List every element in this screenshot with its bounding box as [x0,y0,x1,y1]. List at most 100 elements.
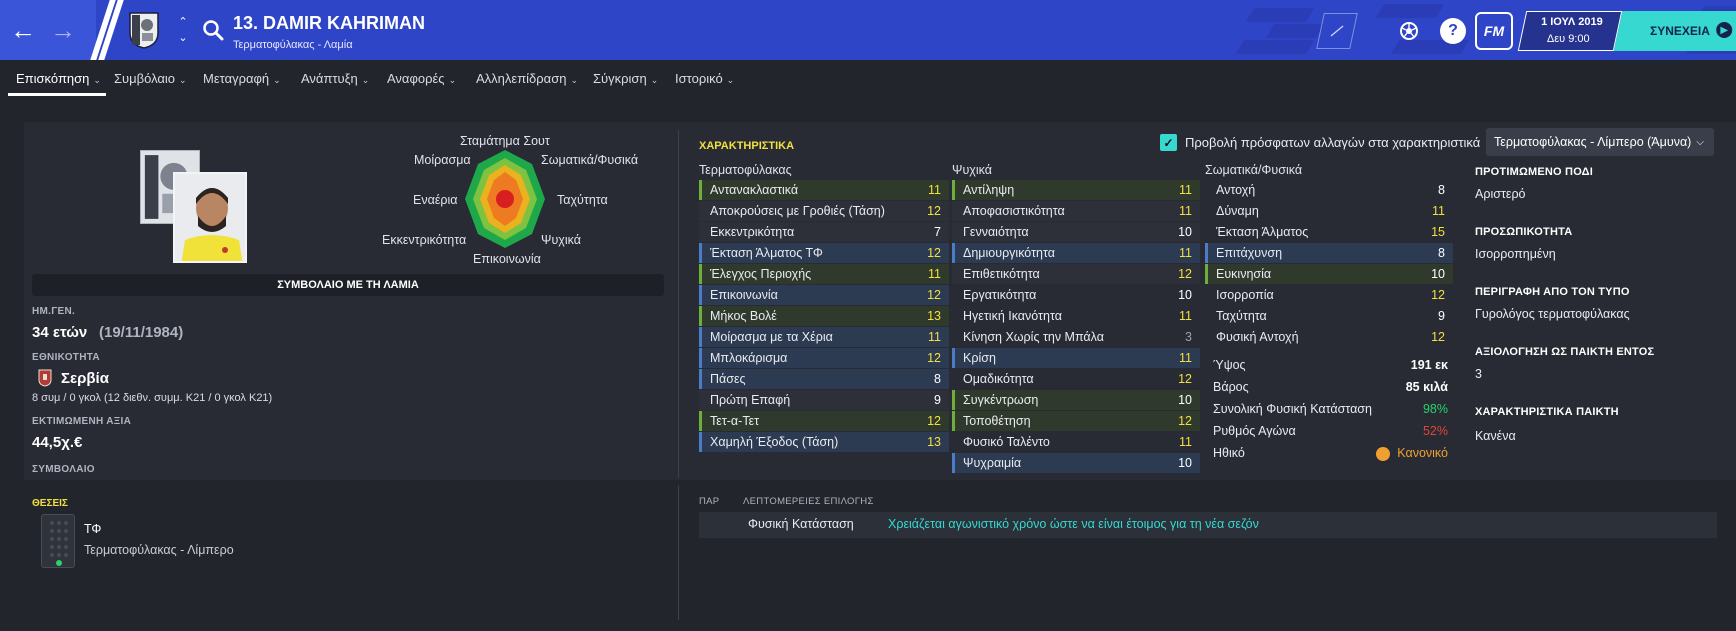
help-icon[interactable]: ? [1440,18,1466,44]
social-button[interactable] [1396,18,1422,44]
gk-attribute-row[interactable]: Μπλοκάρισμα 12 [699,348,949,368]
media-description-label: ΠΕΡΙΓΡΑΦΗ ΑΠΟ ΤΟΝ ΤΥΠΟ [1475,286,1630,298]
physical-attribute-row[interactable]: Επιτάχυνση 8 [1205,243,1453,263]
physical-heading: Σωματικά/Φυσικά [1205,163,1303,177]
fm-logo[interactable]: FM [1475,12,1513,50]
radar-label-eccentricity: Εκκεντρικότητα [382,233,467,247]
mental-attribute-row[interactable]: Επιθετικότητα 12 [952,264,1200,284]
gk-attribute-name: Πρώτη Επαφή [710,393,791,407]
chevron-down-icon: ⌄ [448,75,457,85]
physical-attribute-row[interactable]: Ισορροπία 12 [1205,285,1453,305]
gk-attribute-value: 12 [927,246,941,260]
mental-attribute-value: 10 [1178,288,1192,302]
selection-col-details: ΛΕΠΤΟΜΕΡΕΙΕΣ ΕΠΙΛΟΓΗΣ [743,496,874,507]
gk-attribute-name: Έλεγχος Περιοχής [710,267,812,281]
goalkeeper-position-dot [56,560,62,566]
physical-attribute-row[interactable]: Δύναμη 11 [1205,201,1453,221]
gk-attribute-row[interactable]: Επικοινωνία 12 [699,285,949,305]
gk-attribute-name: Μήκος Βολέ [710,309,777,323]
gk-attribute-row[interactable]: Αντανακλαστικά 11 [699,180,949,200]
physical-attribute-row[interactable]: Ευκινησία 10 [1205,264,1453,284]
gk-attribute-row[interactable]: Χαμηλή Έξοδος (Τάση) 13 [699,432,949,452]
gk-attribute-row[interactable]: Μήκος Βολέ 13 [699,306,949,326]
gk-attribute-row[interactable]: Πρώτη Επαφή 9 [699,390,949,410]
radar-label-shot-stopping: Σταμάτημα Σουτ [460,134,550,148]
physical-attribute-name: Έκταση Άλματος [1216,225,1309,239]
tab-interaction[interactable]: Αλληλεπίδραση ⌄ [476,71,578,86]
mental-attribute-row[interactable]: Ομαδικότητα 12 [952,369,1200,389]
player-photo [173,172,247,263]
chevron-down-icon[interactable]: ⌄ [178,32,187,44]
tab-comparison[interactable]: Σύγκριση ⌄ [593,71,658,86]
gk-attribute-row[interactable]: Έλεγχος Περιοχής 11 [699,264,949,284]
mental-attribute-name: Φυσικό Ταλέντο [963,435,1050,449]
gk-attribute-row[interactable]: Μοίρασμα με τα Χέρια 11 [699,327,949,347]
chevron-down-icon: ⌄ [93,75,101,85]
tab-history[interactable]: Ιστορικό ⌄ [675,71,734,86]
gk-attribute-row[interactable]: Έκταση Άλματος ΤΦ 12 [699,243,949,263]
radar-label-aerial: Εναέρια [413,193,458,207]
selection-name: Φυσική Κατάσταση [748,517,854,531]
gk-attribute-row[interactable]: Πάσες 8 [699,369,949,389]
mental-attribute-row[interactable]: Φυσικό Ταλέντο 11 [952,432,1200,452]
mental-attribute-row[interactable]: Αποφασιστικότητα 11 [952,201,1200,221]
forward-button[interactable]: → [48,14,78,46]
tab-overview[interactable]: Επισκόπηση ⌄ [16,71,101,86]
back-button[interactable]: ← [8,14,38,46]
mental-attribute-row[interactable]: Τοποθέτηση 12 [952,411,1200,431]
metric-value[interactable]: Κανονικό [1397,446,1448,460]
dob-label: ΗΜ.ΓΕΝ. [32,306,76,317]
continue-button[interactable]: ΣΥΝΕΧΕΙΑ ▶ [1613,11,1736,51]
morale-icon [1376,447,1390,461]
mental-attribute-row[interactable]: Κρίση 11 [952,348,1200,368]
physical-attribute-row[interactable]: Φυσική Αντοχή 12 [1205,327,1453,347]
contract-bar[interactable]: ΣΥΜΒΟΛΑΙΟ ΜΕ ΤΗ ΛΑΜΙΑ [32,274,664,296]
physical-attribute-row[interactable]: Έκταση Άλματος 15 [1205,222,1453,242]
physical-attribute-name: Ταχύτητα [1216,309,1267,323]
mental-attribute-row[interactable]: Συγκέντρωση 10 [952,390,1200,410]
mental-attribute-row[interactable]: Γενναιότητα 10 [952,222,1200,242]
gk-attribute-row[interactable]: Τετ-α-Τετ 12 [699,411,949,431]
edit-button[interactable] [1316,13,1358,49]
mental-attribute-row[interactable]: Δημιουργικότητα 11 [952,243,1200,263]
physical-attribute-value: 12 [1431,330,1445,344]
mental-attribute-value: 12 [1178,372,1192,386]
chevron-up-icon[interactable]: ⌃ [178,16,187,28]
tab-contract[interactable]: Συμβόλαιο ⌄ [114,71,187,86]
physical-attribute-row[interactable]: Αντοχή 8 [1205,180,1453,200]
mental-attribute-row[interactable]: Ψυχραιμία 10 [952,453,1200,473]
gk-attribute-row[interactable]: Αποκρούσεις με Γροθιές (Τάση) 12 [699,201,949,221]
mental-attribute-row[interactable]: Ηγετική Ικανότητα 11 [952,306,1200,326]
mental-attribute-row[interactable]: Εργατικότητα 10 [952,285,1200,305]
mental-heading: Ψυχικά [952,163,992,177]
search-icon[interactable] [202,19,224,41]
tab-transfer[interactable]: Μεταγραφή ⌄ [203,71,281,86]
active-tab-indicator [8,93,106,96]
mental-attribute-value: 12 [1178,267,1192,281]
physical-attribute-row[interactable]: Ταχύτητα 9 [1205,306,1453,326]
physical-attribute-name: Ευκινησία [1216,267,1272,281]
mental-attribute-row[interactable]: Κίνηση Χωρίς την Μπάλα 3 [952,327,1200,347]
gk-attribute-name: Μοίρασμα με τα Χέρια [710,330,833,344]
player-subtitle[interactable]: Τερματοφύλακας - Λαμία [233,39,353,51]
gk-attribute-name: Εκκεντρικότητα [710,225,795,239]
physical-attribute-value: 8 [1438,183,1445,197]
show-changes-checkbox[interactable]: ✓ [1160,134,1177,151]
chevron-down-icon: ⌵ [1696,136,1704,148]
bottom-panel [24,482,1736,631]
club-badge-icon[interactable] [128,11,160,49]
mental-attribute-value: 11 [1179,204,1192,218]
tab-development[interactable]: Ανάπτυξη ⌄ [301,71,369,86]
top-bar: ← → ⌃ ⌄ 13. DAMIR KAHRIMAN Τερματοφύλακα… [0,0,1736,60]
player-sorter[interactable]: ⌃ ⌄ [176,16,190,44]
mental-attribute-row[interactable]: Αντίληψη 11 [952,180,1200,200]
date-box[interactable]: 1 ΙΟΥΛ 2019 Δευ 9:00 [1517,11,1623,51]
gk-attribute-row[interactable]: Εκκεντρικότητα 7 [699,222,949,242]
preferred-foot-value: Αριστερό [1475,187,1526,201]
role-select[interactable]: Τερματοφύλακας - Λίμπερο (Άμυνα) ⌵ [1486,128,1714,156]
tab-reports[interactable]: Αναφορές ⌄ [387,71,456,86]
nationality-value[interactable]: Σερβία [61,370,109,387]
physical-attribute-value: 11 [1432,204,1445,218]
tab-label: Αλληλεπίδραση [476,71,567,86]
position-pitch-map[interactable] [41,514,75,568]
